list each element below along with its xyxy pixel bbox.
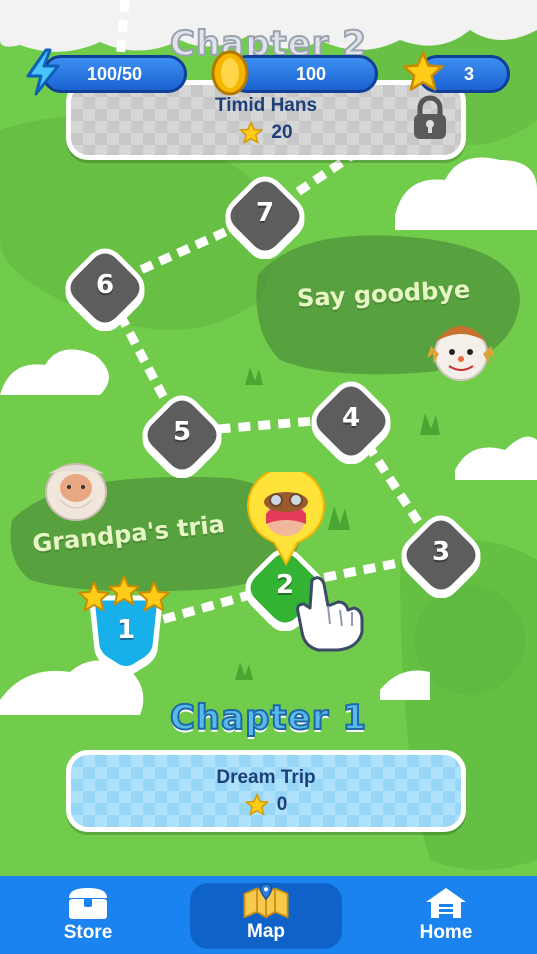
nav-home-button[interactable]: Home — [400, 876, 492, 954]
home-icon — [426, 888, 466, 918]
star-icon — [244, 793, 269, 817]
level-number: 6 — [95, 270, 115, 300]
store-chest-icon — [69, 888, 107, 919]
level-node-4[interactable]: 4 — [308, 378, 394, 465]
level-node-5[interactable]: 5 — [139, 392, 225, 479]
level-number: 3 — [431, 537, 451, 567]
current-level-marker — [247, 472, 325, 567]
chapter-1-star-count: 0 — [276, 794, 288, 815]
coin-icon — [211, 50, 249, 96]
map-icon — [243, 883, 289, 919]
earned-star-icon — [138, 581, 170, 612]
scarecrow-character[interactable] — [425, 312, 497, 384]
nav-store-label: Store — [63, 922, 113, 943]
coin-counter[interactable]: 100 — [228, 55, 378, 93]
pointing-hand-icon — [296, 576, 364, 652]
coin-value: 100 — [295, 63, 327, 84]
nav-map-button[interactable]: Map — [190, 883, 342, 949]
level-number: 7 — [255, 198, 275, 228]
level-number: 4 — [341, 403, 361, 433]
lock-icon — [414, 95, 446, 139]
chapter-2-star-count: 20 — [271, 122, 293, 143]
level-node-7[interactable]: 7 — [222, 173, 308, 260]
level-number: 5 — [172, 417, 192, 447]
star-value: 3 — [463, 63, 474, 84]
energy-value: 100/50 — [86, 63, 143, 84]
nav-store-button[interactable]: Store — [40, 876, 136, 954]
earned-star-icon — [108, 575, 140, 606]
chapter-2-card-title: Timid Hans — [214, 95, 318, 116]
star-icon — [239, 121, 264, 145]
grandpa-character[interactable] — [38, 452, 114, 526]
chapter-1-card-title: Dream Trip — [216, 767, 316, 788]
nav-home-label: Home — [419, 922, 473, 943]
level-map: Chapter 2 Timid Hans 20 100/50 100 3 Say… — [0, 0, 537, 954]
level-node-3[interactable]: 3 — [398, 512, 484, 599]
chapter-1-title: Chapter 1 — [169, 697, 367, 739]
chapter-1-stars: 0 — [71, 793, 461, 817]
level-node-6[interactable]: 6 — [62, 245, 148, 332]
nav-map-label: Map — [247, 921, 285, 942]
star-icon — [402, 51, 444, 91]
earned-star-icon — [78, 581, 110, 612]
level-1-stars — [77, 575, 171, 614]
lightning-icon — [26, 48, 60, 96]
bottom-navigation: Store Map Home — [0, 876, 537, 954]
chapter-1-card[interactable]: Dream Trip 0 — [66, 750, 466, 832]
chapter-2-stars: 20 — [71, 121, 461, 145]
